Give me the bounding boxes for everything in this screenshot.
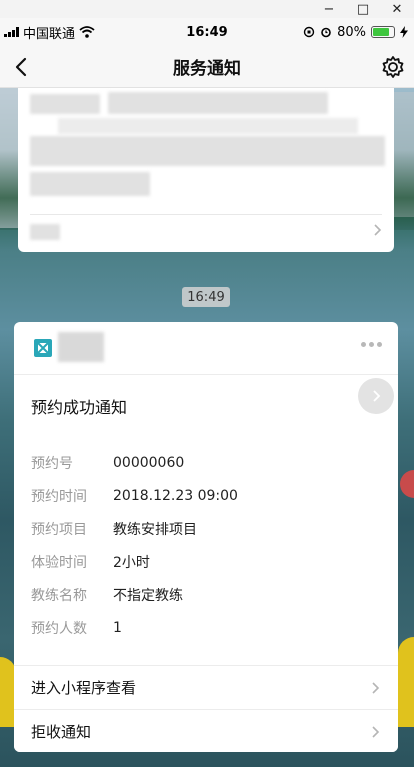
redacted-text <box>30 94 100 114</box>
field-booking-number: 预约号 00000060 <box>31 446 238 479</box>
field-value: 1 <box>113 619 122 636</box>
nav-bar: 服务通知 <box>0 46 414 88</box>
page-title: 服务通知 <box>173 59 241 79</box>
reject-notification-row[interactable]: 拒收通知 <box>14 709 398 752</box>
battery-percent: 80% <box>337 24 366 40</box>
redacted-text <box>108 92 328 114</box>
close-button[interactable]: ✕ <box>380 0 414 18</box>
background-red-marker <box>400 470 414 498</box>
window-title-bar: − □ ✕ <box>0 0 414 18</box>
redacted-text <box>30 136 385 166</box>
back-arrow-icon <box>15 57 27 77</box>
field-label: 预约号 <box>31 455 73 472</box>
background-boat-right <box>398 637 414 727</box>
field-value: 2小时 <box>113 554 150 571</box>
field-value: 教练安排项目 <box>113 521 197 538</box>
field-label: 体验时间 <box>31 554 87 571</box>
previous-message-card[interactable] <box>18 88 394 252</box>
chevron-right-icon <box>372 726 380 738</box>
open-miniprogram-label: 进入小程序查看 <box>31 679 137 697</box>
divider <box>30 214 382 215</box>
redacted-app-name <box>58 332 104 362</box>
status-left: 中国联通 <box>4 23 95 42</box>
orientation-lock-icon <box>303 26 315 38</box>
field-booking-time: 预约时间 2018.12.23 09:00 <box>31 479 238 512</box>
minimize-button[interactable]: − <box>312 0 346 18</box>
wifi-icon <box>79 26 95 38</box>
field-experience-duration: 体验时间 2小时 <box>31 545 238 578</box>
redacted-text <box>30 224 60 240</box>
notification-fields: 预约号 00000060 预约时间 2018.12.23 09:00 预约项目 … <box>31 446 238 644</box>
gear-icon <box>382 56 404 78</box>
field-value: 不指定教练 <box>113 587 183 604</box>
chevron-right-icon <box>372 682 380 694</box>
status-bar: 中国联通 16:49 80% <box>0 18 414 46</box>
alarm-icon <box>321 27 331 38</box>
field-booking-item: 预约项目 教练安排项目 <box>31 512 238 545</box>
redacted-text <box>30 172 150 196</box>
settings-button[interactable] <box>380 54 406 80</box>
field-value: 2018.12.23 09:00 <box>113 487 238 504</box>
battery-icon <box>371 26 395 38</box>
field-label: 预约人数 <box>31 620 87 637</box>
field-label: 教练名称 <box>31 587 87 604</box>
battery-level <box>373 28 389 36</box>
mini-program-logo-icon <box>34 339 52 357</box>
notification-card[interactable]: 预约成功通知 预约号 00000060 预约时间 2018.12.23 09:0… <box>14 322 398 752</box>
message-timestamp: 16:49 <box>182 287 230 307</box>
redacted-text <box>58 118 358 134</box>
reject-notification-label: 拒收通知 <box>31 723 92 741</box>
open-detail-button[interactable] <box>358 378 394 414</box>
more-options-icon[interactable] <box>361 342 382 347</box>
maximize-button[interactable]: □ <box>346 0 380 18</box>
card-header <box>14 322 398 375</box>
chevron-right-icon <box>373 390 381 402</box>
notification-title: 预约成功通知 <box>31 398 128 417</box>
back-button[interactable] <box>8 54 34 80</box>
field-label: 预约时间 <box>31 488 87 505</box>
field-value: 00000060 <box>113 454 185 471</box>
signal-icon <box>4 27 19 37</box>
open-miniprogram-row[interactable]: 进入小程序查看 <box>14 665 398 709</box>
field-party-size: 预约人数 1 <box>31 611 238 644</box>
chevron-right-icon <box>374 224 382 236</box>
field-coach-name: 教练名称 不指定教练 <box>31 578 238 611</box>
field-label: 预约项目 <box>31 521 87 538</box>
status-right: 80% <box>303 25 408 40</box>
charging-icon <box>400 26 408 38</box>
carrier-label: 中国联通 <box>23 26 76 42</box>
